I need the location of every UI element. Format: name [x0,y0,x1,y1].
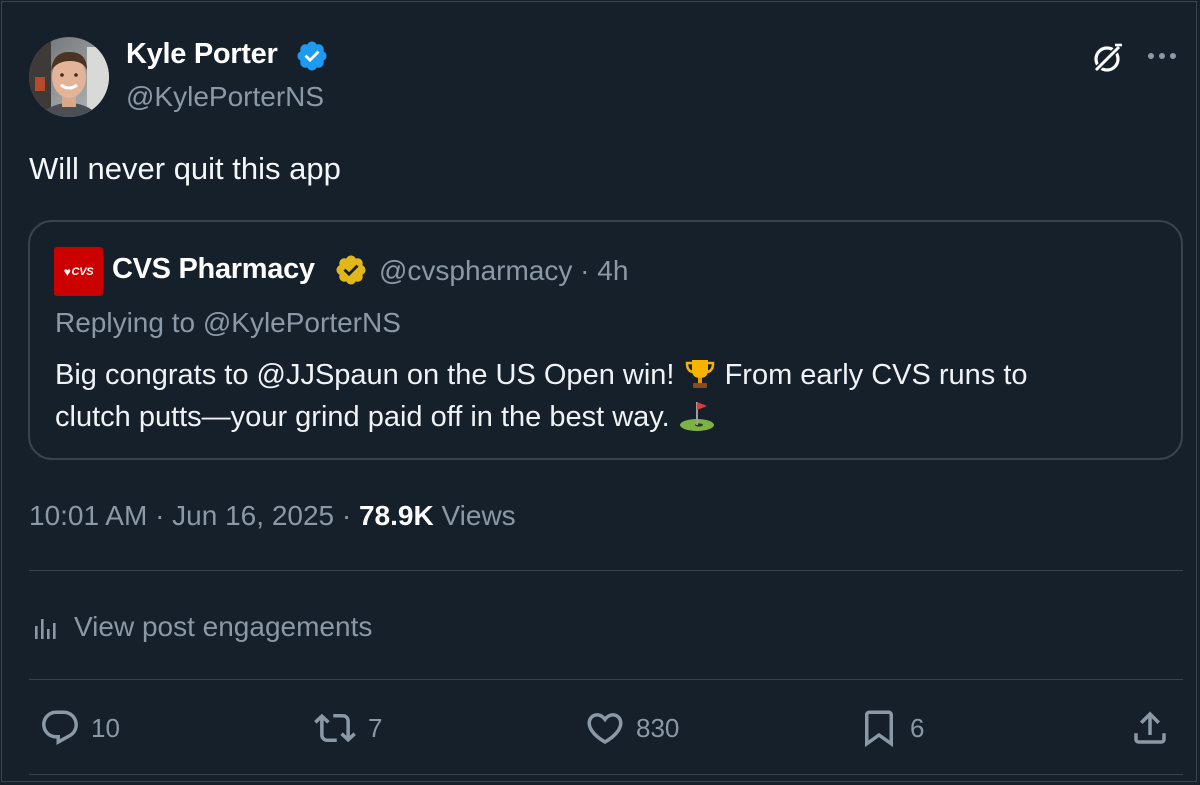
divider [29,679,1183,680]
post-text: Will never quit this app [29,151,341,186]
timestamp[interactable]: 10:01 AM · Jun 16, 2025 · [29,500,359,531]
quoted-text-part-3: clutch putts—your grind paid off in the … [55,401,678,433]
author-avatar[interactable] [29,37,109,117]
engagements-label: View post engagements [74,611,373,642]
reply-icon [42,710,78,745]
divider [29,570,1183,571]
views-label: Views [441,500,516,531]
repost-count: 7 [368,712,383,743]
divider [29,774,1183,775]
author-handle[interactable]: @KylePorterNS [126,81,324,113]
quoted-text-part-2: From early CVS runs to [716,359,1028,391]
repost-button[interactable]: 7 [312,704,382,752]
like-button[interactable]: 830 [584,704,679,752]
post-metadata: 10:01 AM · Jun 16, 2025 · 78.9K Views [29,500,516,532]
verified-business-badge-icon [336,255,366,285]
logo-text: CVS [71,265,94,278]
heart-icon [587,713,623,745]
more-options-icon[interactable] [1144,42,1180,70]
post-detail: Kyle Porter @KylePorterNS Will never qui… [1,1,1197,782]
grok-icon[interactable] [1088,40,1126,78]
bookmark-button[interactable]: 6 [858,704,924,752]
replying-to: Replying to @KylePorterNS [55,307,401,338]
heart-icon: ♥ [63,264,71,279]
author-name[interactable]: Kyle Porter [126,38,278,71]
bookmark-icon [865,710,893,748]
golf-flag-emoji-icon [679,402,714,431]
quoted-text-line-1: Big congrats to @JJSpaun on the US Open … [55,354,1155,396]
trophy-emoji-icon [685,360,714,388]
cvs-pharmacy-logo[interactable]: ♥ CVS [54,247,103,296]
share-icon [1134,711,1166,744]
quoted-handle-and-time[interactable]: @cvspharmacy · 4h [379,255,628,287]
view-post-engagements-link[interactable]: View post engagements [32,607,372,647]
repost-icon [314,713,356,743]
verified-badge-icon [297,41,327,71]
quoted-post-text: Big congrats to @JJSpaun on the US Open … [55,354,1155,438]
quoted-text-part-1: Big congrats to @JJSpaun on the US Open … [55,359,683,391]
like-count: 830 [636,712,680,743]
share-button[interactable] [1129,704,1171,752]
views-count: 78.9K [358,500,434,531]
reply-button[interactable]: 10 [39,704,120,752]
quoted-text-line-2: clutch putts—your grind paid off in the … [55,396,1155,438]
analytics-icon [35,619,56,639]
quoted-author-name[interactable]: CVS Pharmacy [112,253,315,286]
reply-count: 10 [91,712,120,743]
bookmark-count: 6 [910,712,925,743]
